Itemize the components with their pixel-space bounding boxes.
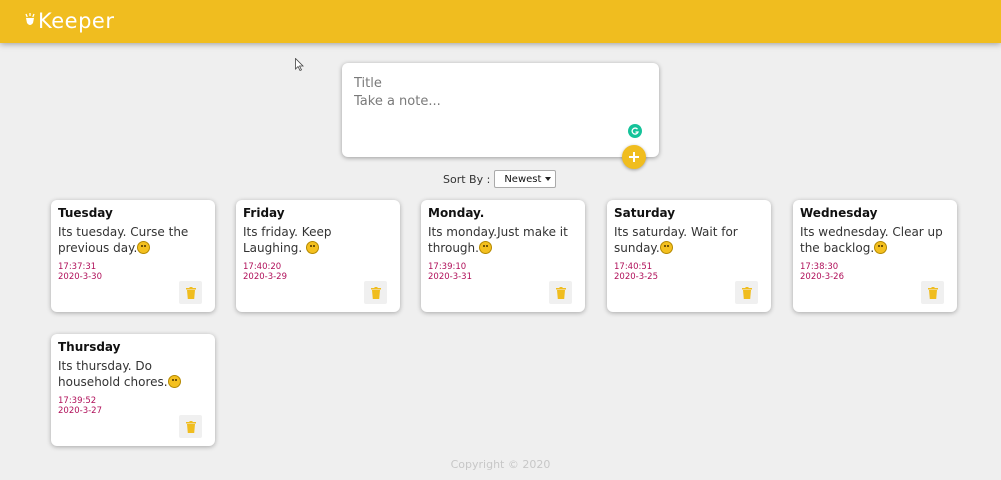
emoji-icon: [478, 241, 492, 254]
lightbulb-icon: [25, 13, 35, 25]
note-time: 17:39:52: [58, 396, 97, 406]
note-body: Its friday. Keep Laughing.: [243, 225, 332, 255]
note-card: Tuesday Its tuesday. Curse the previous …: [51, 200, 215, 312]
note-body: Its thursday. Do household chores.: [58, 358, 208, 390]
delete-button[interactable]: [735, 281, 758, 304]
note-card: Saturday Its saturday. Wait for sunday. …: [607, 200, 771, 312]
note-title: Friday: [243, 206, 285, 220]
note-body: Its monday.Just make it through.: [428, 225, 568, 255]
note-title: Tuesday: [58, 206, 113, 220]
emoji-icon: [874, 241, 888, 254]
note-title: Monday.: [428, 206, 485, 220]
note-title: Thursday: [58, 340, 121, 354]
trash-icon: [185, 420, 196, 433]
note-time: 17:38:30: [800, 262, 839, 272]
note-time: 17:39:10: [428, 262, 467, 272]
add-note-button[interactable]: [622, 145, 646, 169]
app-title: Keeper: [38, 9, 115, 33]
note-card: Wednesday Its wednesday. Clear up the ba…: [793, 200, 957, 312]
trash-icon: [741, 286, 752, 299]
note-body: Its tuesday. Curse the previous day.: [58, 225, 189, 255]
trash-icon: [370, 286, 381, 299]
emoji-icon: [137, 241, 151, 254]
app-header: Keeper: [0, 0, 1001, 43]
dropdown-arrow-icon: [545, 177, 552, 181]
delete-button[interactable]: [179, 281, 202, 304]
grammarly-icon[interactable]: [628, 124, 642, 138]
emoji-icon: [167, 375, 181, 388]
note-time: 17:40:51: [614, 262, 653, 272]
emoji-icon: [659, 241, 673, 254]
app-logo[interactable]: Keeper: [24, 7, 114, 35]
sort-label: Sort By :: [443, 172, 491, 186]
note-time: 17:40:20: [243, 262, 282, 272]
note-textarea[interactable]: [354, 94, 644, 118]
note-title: Saturday: [614, 206, 676, 220]
delete-button[interactable]: [549, 281, 572, 304]
mouse-pointer-icon: [295, 58, 304, 71]
note-composer: [342, 63, 659, 157]
emoji-icon: [306, 241, 320, 254]
sort-selected-value: Newest: [504, 173, 542, 185]
footer-copyright: Copyright © 2020: [450, 458, 551, 471]
delete-button[interactable]: [921, 281, 944, 304]
note-title: Wednesday: [800, 206, 878, 220]
sort-select[interactable]: Newest: [494, 170, 557, 188]
delete-button[interactable]: [364, 281, 387, 304]
title-input[interactable]: [354, 73, 644, 93]
sort-control: Sort By : Newest: [443, 170, 557, 188]
note-body: Its saturday. Wait for sunday.: [614, 225, 738, 255]
plus-icon: [629, 152, 639, 162]
note-time: 17:37:31: [58, 262, 97, 272]
delete-button[interactable]: [179, 415, 202, 438]
note-card: Monday. Its monday.Just make it through.…: [421, 200, 585, 312]
trash-icon: [927, 286, 938, 299]
note-card: Thursday Its thursday. Do household chor…: [51, 334, 215, 446]
note-body: Its wednesday. Clear up the backlog.: [800, 225, 943, 255]
note-card: Friday Its friday. Keep Laughing. 17:40:…: [236, 200, 400, 312]
trash-icon: [185, 286, 196, 299]
trash-icon: [555, 286, 566, 299]
